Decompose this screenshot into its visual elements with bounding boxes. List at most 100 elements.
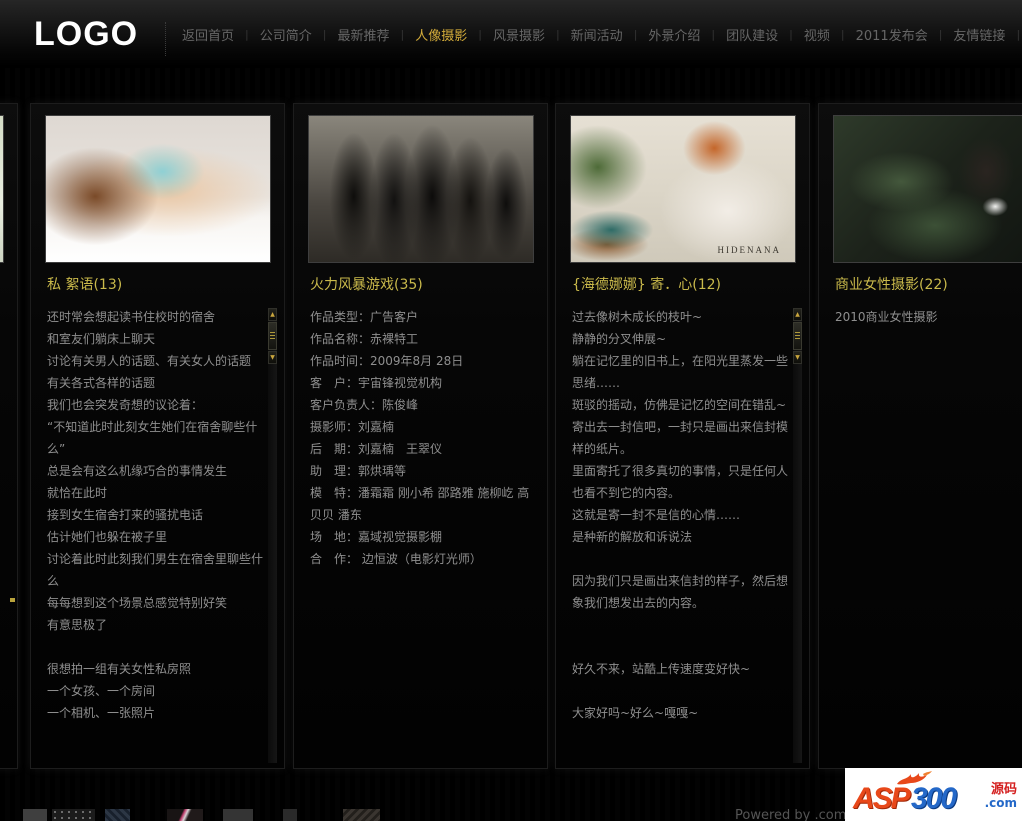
text-line: 总是会有这么机缘巧合的事情发生 bbox=[47, 464, 228, 478]
card-carousel: 私 絮语(13) 还时常会想起读书住校时的宿舍 和室友们躺床上聊天 讨论有关男人… bbox=[0, 68, 1022, 821]
text-line: 2010商业女性摄影 bbox=[835, 310, 938, 324]
thumbnail[interactable] bbox=[343, 809, 380, 821]
nav-item-latest[interactable]: 最新推荐 bbox=[337, 25, 389, 44]
scroll-grip-icon bbox=[270, 332, 275, 340]
nav-item-2011-launch[interactable]: 2011发布会 bbox=[856, 25, 928, 44]
text-line: 大家好吗~好么~嘎嘎~ bbox=[572, 706, 699, 720]
card-text: 还时常会想起读书住校时的宿舍 和室友们躺床上聊天 讨论有关男人的话题、有关女人的… bbox=[47, 306, 273, 724]
nav-separator: | bbox=[840, 27, 845, 41]
nav-separator: | bbox=[1016, 27, 1021, 41]
nav-item-news[interactable]: 新闻活动 bbox=[571, 25, 623, 44]
text-line: 作品时间：2009年8月 28日 bbox=[310, 354, 464, 368]
text-line: 后 期：刘嘉楠 王翠仪 bbox=[310, 442, 443, 456]
text-line: 躺在记忆里的旧书上，在阳光里蒸发一些思绪…… bbox=[572, 354, 789, 390]
nav-item-video[interactable]: 视频 bbox=[804, 25, 830, 44]
card-firestorm-game: 火力风暴游戏(35) 作品类型：广告客户 作品名称：赤裸特工 作品时间：2009… bbox=[293, 103, 548, 769]
text-line: 还时常会想起读书住校时的宿舍 bbox=[47, 310, 216, 324]
card-private-whispers: 私 絮语(13) 还时常会想起读书住校时的宿舍 和室友们躺床上聊天 讨论有关男人… bbox=[30, 103, 285, 769]
powered-by-text: Powered by .com bbox=[735, 808, 847, 821]
nav-separator: | bbox=[711, 27, 716, 41]
text-line: 有意思极了 bbox=[47, 618, 108, 632]
card-title[interactable]: 私 絮语(13) bbox=[47, 274, 122, 294]
card-title[interactable]: 火力风暴游戏(35) bbox=[310, 274, 423, 294]
card-commercial-women: 商业女性摄影(22) 2010商业女性摄影 bbox=[818, 103, 1022, 769]
thumbnail[interactable] bbox=[223, 809, 253, 821]
text-line: 是种新的解放和诉说法 bbox=[572, 530, 693, 544]
nav-separator: | bbox=[938, 27, 943, 41]
scroll-up-icon[interactable]: ▲ bbox=[793, 308, 802, 321]
nav-separator: | bbox=[633, 27, 638, 41]
nav-item-landscape[interactable]: 风景摄影 bbox=[493, 25, 545, 44]
scroll-grip-icon bbox=[795, 332, 800, 340]
text-line: 很想拍一组有关女性私房照 bbox=[47, 662, 192, 676]
scroll-thumb[interactable] bbox=[268, 322, 277, 350]
text-line: 助 理：郭烘瑀等 bbox=[310, 464, 407, 478]
text-line: 寄出去一封信吧，一封只是画出来信封模样的纸片。 bbox=[572, 420, 789, 456]
nav-separator: | bbox=[400, 27, 405, 41]
card-photo[interactable] bbox=[45, 115, 271, 263]
scroll-thumb[interactable] bbox=[793, 322, 802, 350]
card-text: 作品类型：广告客户 作品名称：赤裸特工 作品时间：2009年8月 28日 客 户… bbox=[310, 306, 536, 570]
card-photo[interactable]: HIDENANA bbox=[570, 115, 796, 263]
thumbnail[interactable] bbox=[167, 809, 203, 821]
nav-item-team[interactable]: 团队建设 bbox=[726, 25, 778, 44]
scroll-up-icon[interactable]: ▲ bbox=[268, 308, 277, 321]
text-line: 这就是寄一封不是信的心情…… bbox=[572, 508, 741, 522]
text-line bbox=[47, 636, 273, 658]
text-line bbox=[572, 636, 798, 658]
top-nav-bar: LOGO 返回首页 | 公司简介 | 最新推荐 | 人像摄影 | 风景摄影 | … bbox=[0, 0, 1022, 68]
card-photo[interactable] bbox=[308, 115, 534, 263]
nav-item-company[interactable]: 公司简介 bbox=[260, 25, 312, 44]
watermark-com-text: .com bbox=[984, 796, 1017, 810]
card-hidenana-letter: HIDENANA {海德娜娜} 寄．心(12) 过去像树木成长的枝叶~ 静静的分… bbox=[555, 103, 810, 769]
text-line: 场 地：嘉域视觉摄影棚 bbox=[310, 530, 443, 544]
thumbnail[interactable] bbox=[52, 809, 95, 821]
text-line: 模 特：潘霜霜 刚小希 邵路雅 施柳屹 高贝贝 潘东 bbox=[310, 486, 530, 522]
nav-item-links[interactable]: 友情链接 bbox=[953, 25, 1005, 44]
nav-item-home[interactable]: 返回首页 bbox=[182, 25, 234, 44]
text-line: 一个女孩、一个房间 bbox=[47, 684, 156, 698]
text-line: 作品名称：赤裸特工 bbox=[310, 332, 419, 346]
text-line: 静静的分叉伸展~ bbox=[572, 332, 667, 346]
text-line: 作品类型：广告客户 bbox=[310, 310, 419, 324]
card-photo[interactable] bbox=[0, 115, 4, 263]
text-line: 我们也会突发奇想的议论着： bbox=[47, 398, 204, 412]
site-logo[interactable]: LOGO bbox=[34, 15, 138, 54]
partial-card-left[interactable] bbox=[0, 103, 18, 769]
thumbnail[interactable] bbox=[105, 809, 130, 821]
text-line: 讨论有关男人的话题、有关女人的话题 bbox=[47, 354, 252, 368]
text-line: 一个相机、一张照片 bbox=[47, 706, 156, 720]
card-title[interactable]: 商业女性摄影(22) bbox=[835, 274, 948, 294]
nav-item-location[interactable]: 外景介绍 bbox=[648, 25, 700, 44]
watermark-source-text: 源码 bbox=[990, 782, 1017, 797]
thumbnail[interactable] bbox=[283, 809, 297, 821]
text-line bbox=[572, 680, 798, 702]
text-line: 讨论着此时此刻我们男生在宿舍里聊些什么 bbox=[47, 552, 264, 588]
text-line: “不知道此时此刻女生她们在宿舍聊些什么” bbox=[47, 420, 258, 456]
scroll-down-icon[interactable]: ▼ bbox=[268, 351, 277, 364]
text-line: 估计她们也躲在被子里 bbox=[47, 530, 168, 544]
photo-caption: HIDENANA bbox=[717, 245, 781, 255]
card-title[interactable]: {海德娜娜} 寄．心(12) bbox=[572, 274, 721, 294]
title-fragment bbox=[10, 598, 15, 602]
text-line: 接到女生宿舍打来的骚扰电话 bbox=[47, 508, 204, 522]
card-scrollbar[interactable]: ▲ ▼ bbox=[793, 308, 802, 763]
nav-separator: | bbox=[322, 27, 327, 41]
text-line: 好久不来，站酷上传速度变好快~ bbox=[572, 662, 751, 676]
text-line: 过去像树木成长的枝叶~ bbox=[572, 310, 703, 324]
card-photo[interactable] bbox=[833, 115, 1022, 263]
text-line: 有关各式各样的话题 bbox=[47, 376, 156, 390]
nav-item-portrait-active[interactable]: 人像摄影 bbox=[415, 25, 467, 44]
text-line: 客户负责人：陈俊峰 bbox=[310, 398, 419, 412]
nav-separator: | bbox=[245, 27, 249, 41]
card-text: 2010商业女性摄影 bbox=[835, 306, 1022, 328]
card-text: 过去像树木成长的枝叶~ 静静的分叉伸展~ 躺在记忆里的旧书上，在阳光里蒸发一些思… bbox=[572, 306, 798, 724]
asp300-watermark: ASP 300 源码 .com bbox=[845, 768, 1022, 821]
scroll-down-icon[interactable]: ▼ bbox=[793, 351, 802, 364]
bottom-thumbnail-strip bbox=[0, 809, 420, 821]
text-line: 和室友们躺床上聊天 bbox=[47, 332, 156, 346]
page: LOGO 返回首页 | 公司简介 | 最新推荐 | 人像摄影 | 风景摄影 | … bbox=[0, 0, 1022, 821]
card-scrollbar[interactable]: ▲ ▼ bbox=[268, 308, 277, 763]
text-line: 每每想到这个场景总感觉特别好笑 bbox=[47, 596, 228, 610]
thumbnail[interactable] bbox=[23, 809, 47, 821]
